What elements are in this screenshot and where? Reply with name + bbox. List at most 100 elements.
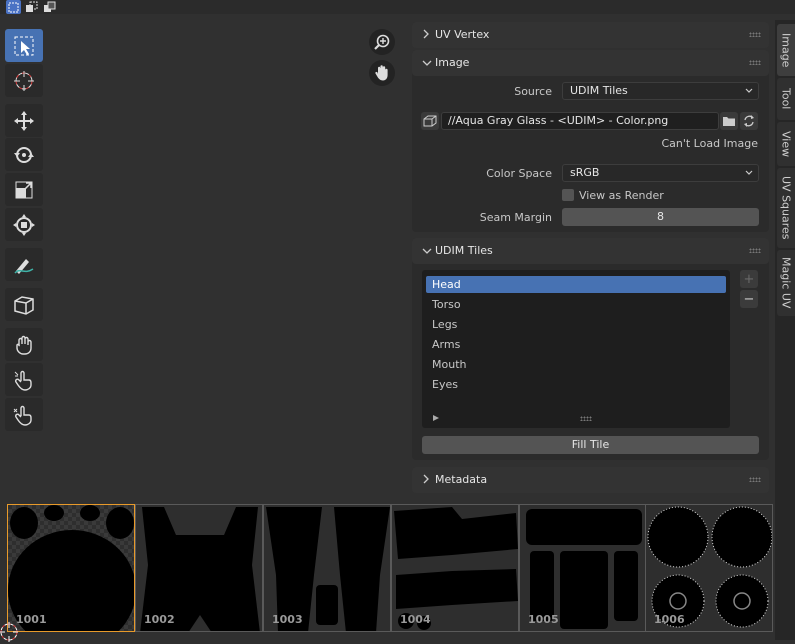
view-as-render-checkbox[interactable] xyxy=(562,189,574,201)
image-panel: Image Source UDIM Tiles //Aqua Gray Glas… xyxy=(412,50,769,232)
udim-tile[interactable]: 1002 xyxy=(135,504,263,632)
sidebar-region: UV Vertex Image Source UDIM Tiles //Aqua… xyxy=(412,20,769,493)
filepath-value: //Aqua Gray Glass - <UDIM> - Color.png xyxy=(448,114,669,127)
tile-number: 1004 xyxy=(400,613,431,626)
udim-tile[interactable]: 1006 xyxy=(645,504,773,632)
chevron-down-icon xyxy=(745,88,753,93)
udim-tiles-panel-header[interactable]: UDIM Tiles xyxy=(412,238,769,264)
reload-icon[interactable] xyxy=(740,112,758,130)
rotate-tool-icon[interactable] xyxy=(5,138,43,171)
seam-margin-value: 8 xyxy=(657,210,664,223)
list-item[interactable]: Head xyxy=(426,276,726,293)
2d-cursor-icon[interactable] xyxy=(0,620,22,644)
seam-margin-field[interactable]: 8 xyxy=(562,208,759,226)
plus-icon: + xyxy=(743,271,755,287)
tab-label: Tool xyxy=(779,88,793,110)
cursor-tool-icon[interactable] xyxy=(5,64,43,97)
transform-tool-icon[interactable] xyxy=(5,208,43,241)
add-tile-button[interactable]: + xyxy=(740,270,758,288)
metadata-panel-title: Metadata xyxy=(435,473,488,486)
drag-grip-icon[interactable] xyxy=(749,477,761,482)
list-item-label: Legs xyxy=(432,318,458,331)
metadata-panel-header[interactable]: Metadata xyxy=(412,467,769,493)
select-subtract-icon[interactable] xyxy=(42,0,57,14)
scale-tool-icon[interactable] xyxy=(5,173,43,206)
rip-region-tool-icon[interactable] xyxy=(5,288,43,321)
tile-number: 1006 xyxy=(654,613,685,626)
tile-number: 1003 xyxy=(272,613,303,626)
tab-view[interactable]: View xyxy=(777,122,795,166)
color-space-label: Color Space xyxy=(486,167,552,180)
filepath-field[interactable]: //Aqua Gray Glass - <UDIM> - Color.png xyxy=(441,112,719,130)
fill-tile-label: Fill Tile xyxy=(571,438,610,451)
tile-number: 1002 xyxy=(144,613,175,626)
tool-shelf xyxy=(0,26,46,436)
select-extend-icon[interactable] xyxy=(24,0,39,14)
udim-tile[interactable]: 1004 xyxy=(391,504,519,632)
view-as-render-label: View as Render xyxy=(579,189,664,202)
uv-vertex-panel-header[interactable]: UV Vertex xyxy=(412,22,769,48)
list-item[interactable]: Mouth xyxy=(426,356,726,373)
list-resize-grip-icon[interactable] xyxy=(580,416,592,421)
tab-uv-squares[interactable]: UV Squares xyxy=(777,168,795,248)
tab-label: View xyxy=(779,130,793,158)
fill-tile-button[interactable]: Fill Tile xyxy=(422,436,759,454)
list-item[interactable]: Eyes xyxy=(426,376,726,393)
move-tool-icon[interactable] xyxy=(5,104,43,137)
tab-image[interactable]: Image xyxy=(777,24,795,76)
color-space-value: sRGB xyxy=(570,166,600,179)
chevron-down-icon xyxy=(745,170,753,175)
uv-vertex-panel-title: UV Vertex xyxy=(435,28,490,41)
list-item[interactable]: Torso xyxy=(426,296,726,313)
udim-tile-grid: 1001 1002 1003 1004 1005 1006 xyxy=(7,504,773,632)
select-box-tool-icon[interactable] xyxy=(5,29,43,62)
select-new-icon[interactable] xyxy=(6,0,21,14)
tab-label: Image xyxy=(779,32,793,68)
list-item[interactable]: Arms xyxy=(426,336,726,353)
image-datablock-icon[interactable] xyxy=(421,112,439,130)
remove-tile-button[interactable]: − xyxy=(740,290,758,308)
list-item-label: Eyes xyxy=(432,378,458,391)
annotate-tool-icon[interactable] xyxy=(5,248,43,281)
list-item[interactable]: Legs xyxy=(426,316,726,333)
source-label: Source xyxy=(514,85,552,98)
tab-magic-uv[interactable]: Magic UV xyxy=(777,250,795,316)
udim-tile[interactable]: 1001 xyxy=(7,504,135,632)
udim-tile[interactable]: 1005 xyxy=(519,504,647,632)
header-bar xyxy=(0,0,795,14)
drag-grip-icon[interactable] xyxy=(749,60,761,65)
chevron-right-icon xyxy=(423,29,429,39)
udim-tile[interactable]: 1003 xyxy=(263,504,391,632)
tab-label: Magic UV xyxy=(779,257,793,309)
chevron-right-icon xyxy=(423,474,429,484)
chevron-down-icon xyxy=(422,60,432,66)
udim-tile-list: Head Torso Legs Arms Mouth Eyes xyxy=(422,270,730,428)
folder-icon[interactable] xyxy=(720,112,738,130)
source-dropdown[interactable]: UDIM Tiles xyxy=(562,82,759,100)
pinch-tool-icon[interactable] xyxy=(5,398,43,431)
udim-tiles-panel: UDIM Tiles Head Torso Legs Arms Mouth Ey… xyxy=(412,238,769,460)
grab-tool-icon[interactable] xyxy=(5,328,43,361)
metadata-panel: Metadata xyxy=(412,467,769,493)
color-space-dropdown[interactable]: sRGB xyxy=(562,164,759,182)
drag-grip-icon[interactable] xyxy=(749,248,761,253)
filter-expand-icon[interactable] xyxy=(432,414,440,422)
tab-tool[interactable]: Tool xyxy=(777,78,795,120)
list-item-label: Torso xyxy=(432,298,461,311)
source-value: UDIM Tiles xyxy=(570,84,628,97)
drag-grip-icon[interactable] xyxy=(749,32,761,37)
image-status-text: Can't Load Image xyxy=(661,137,758,150)
image-panel-title: Image xyxy=(435,56,470,69)
pan-view-icon[interactable] xyxy=(369,60,395,86)
list-item-label: Head xyxy=(432,278,461,291)
chevron-down-icon xyxy=(422,248,432,254)
tile-number: 1005 xyxy=(528,613,559,626)
relax-tool-icon[interactable] xyxy=(5,363,43,396)
image-panel-header[interactable]: Image xyxy=(412,50,769,76)
sidebar-tabs: Image Tool View UV Squares Magic UV xyxy=(775,20,795,640)
minus-icon: − xyxy=(743,291,755,307)
zoom-view-icon[interactable] xyxy=(369,29,395,55)
udim-tiles-panel-title: UDIM Tiles xyxy=(435,244,493,257)
seam-margin-label: Seam Margin xyxy=(479,211,552,224)
tab-label: UV Squares xyxy=(779,176,793,240)
